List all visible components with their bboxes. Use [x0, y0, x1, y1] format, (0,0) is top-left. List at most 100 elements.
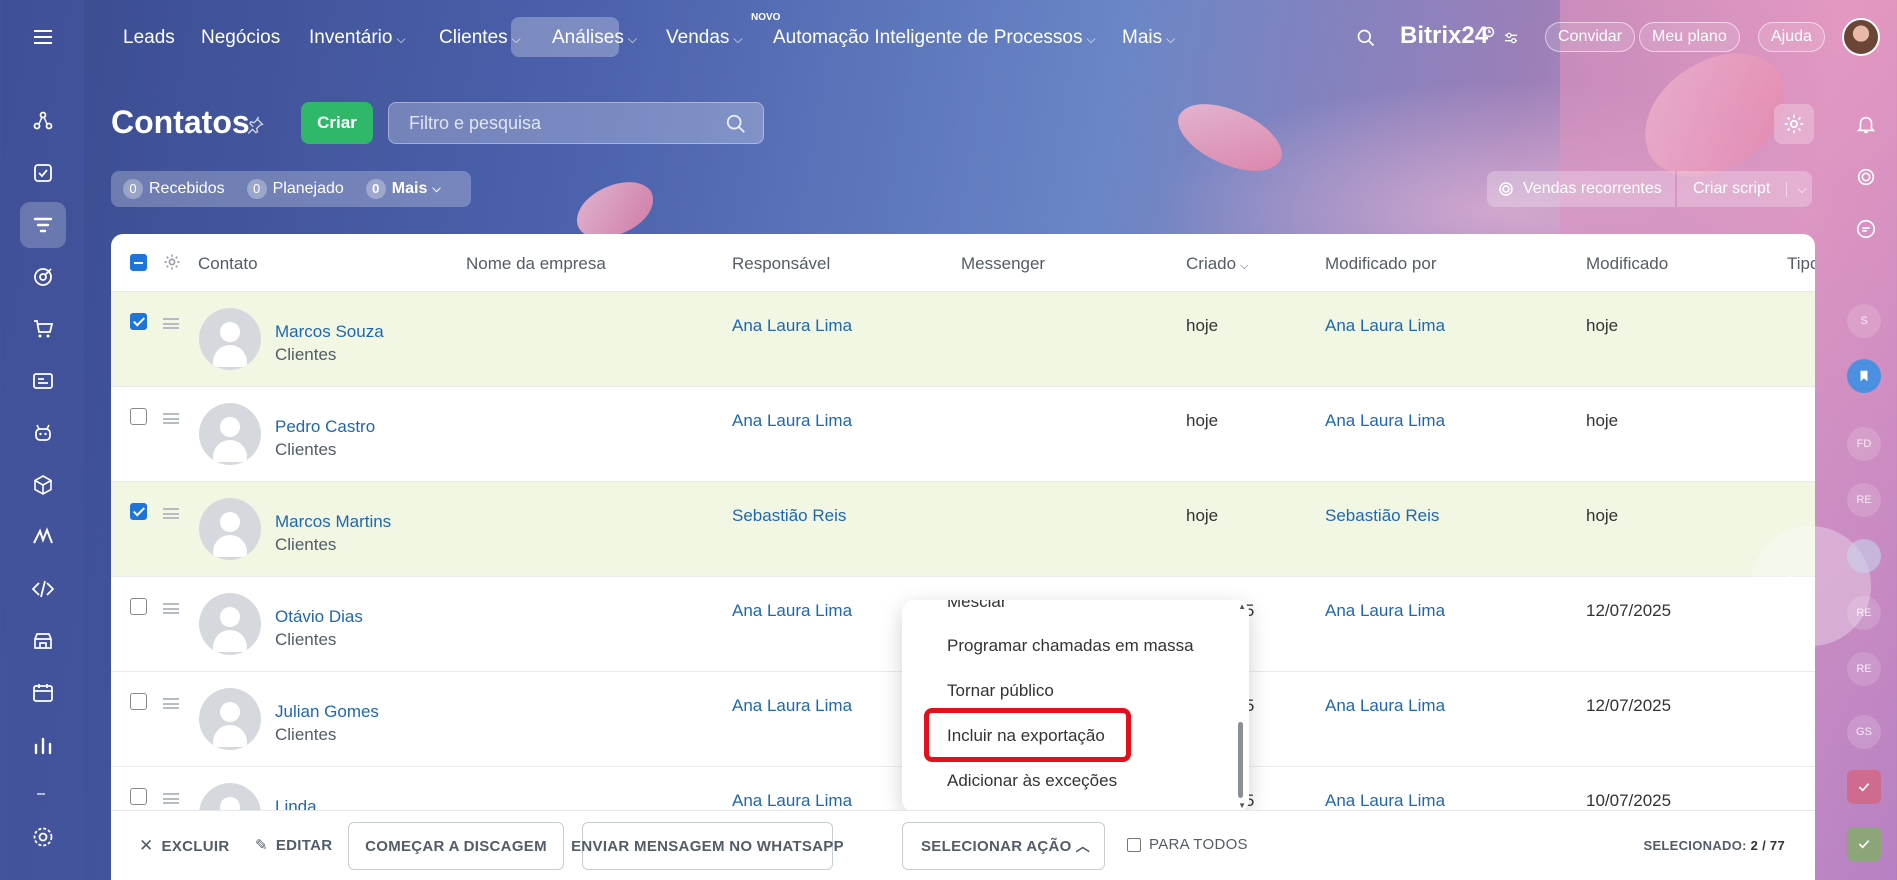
- nav-sales[interactable]: Vendas ⌵: [666, 27, 743, 49]
- crm-funnel-icon[interactable]: [20, 202, 66, 248]
- contact-name-link[interactable]: Otávio Dias: [275, 607, 363, 627]
- cat-avatar[interactable]: [1847, 539, 1881, 573]
- drag-handle-icon[interactable]: [163, 318, 179, 329]
- col-company[interactable]: Nome da empresa: [466, 254, 606, 274]
- edit-action[interactable]: ✎ EDITAR: [255, 836, 332, 854]
- contact-name-link[interactable]: Julian Gomes: [275, 702, 379, 722]
- delete-action[interactable]: ✕ EXCLUIR: [139, 836, 229, 856]
- contact-avatar[interactable]: S: [1847, 304, 1881, 338]
- nav-deals[interactable]: Negócios: [201, 27, 280, 49]
- drag-handle-icon[interactable]: [163, 603, 179, 614]
- counter-planned[interactable]: 0 Planejado: [246, 179, 344, 199]
- table-row[interactable]: Pedro Castro Clientes Ana Laura Lima hoje An…: [111, 387, 1815, 482]
- menu-icon[interactable]: [20, 14, 66, 60]
- filter-search[interactable]: [388, 102, 764, 144]
- for-all-checkbox[interactable]: [1127, 838, 1141, 852]
- table-row[interactable]: Marcos Souza Clientes Ana Laura Lima hoje An…: [111, 292, 1815, 387]
- nav-automation[interactable]: Automação Inteligente de Processos ⌵: [773, 27, 1096, 49]
- row-checkbox[interactable]: [130, 313, 147, 330]
- sign-icon[interactable]: [20, 514, 66, 560]
- bookmark-icon[interactable]: [1847, 359, 1881, 393]
- search-icon[interactable]: [1356, 28, 1376, 48]
- sliders-icon[interactable]: [1502, 30, 1520, 46]
- chevron-down-icon[interactable]: ⌵: [1786, 181, 1806, 197]
- calendar-icon[interactable]: [20, 670, 66, 716]
- col-messenger[interactable]: Messenger: [961, 254, 1045, 274]
- contact-avatar[interactable]: RE: [1847, 596, 1881, 630]
- scroll-up-icon[interactable]: ▲: [1238, 602, 1246, 611]
- pin-icon[interactable]: [245, 116, 265, 136]
- contact-name-link[interactable]: Marcos Souza: [275, 322, 384, 342]
- responsible-link[interactable]: Ana Laura Lima: [732, 316, 852, 336]
- nav-more[interactable]: Mais ⌵: [1122, 27, 1175, 49]
- row-checkbox[interactable]: [130, 693, 147, 710]
- counter-received[interactable]: 0 Recebidos: [123, 179, 225, 199]
- contact-avatar[interactable]: GS: [1847, 715, 1881, 749]
- col-type[interactable]: Tipo: [1787, 254, 1815, 274]
- target-icon[interactable]: [20, 254, 66, 300]
- modified-by-link[interactable]: Ana Laura Lima: [1325, 696, 1445, 716]
- start-dialing-button[interactable]: COMEÇAR A DISCAGEM: [348, 822, 564, 870]
- gear-icon[interactable]: [163, 253, 181, 271]
- row-checkbox[interactable]: [130, 408, 147, 425]
- responsible-link[interactable]: Ana Laura Lima: [732, 411, 852, 431]
- action-make-public[interactable]: Tornar público: [947, 681, 1054, 701]
- nav-leads[interactable]: Leads: [123, 27, 175, 49]
- modified-by-link[interactable]: Ana Laura Lima: [1325, 411, 1445, 431]
- nodes-icon[interactable]: [20, 98, 66, 144]
- modified-by-link[interactable]: Ana Laura Lima: [1325, 316, 1445, 336]
- action-add-exceptions[interactable]: Adicionar às exceções: [947, 771, 1117, 791]
- responsible-link[interactable]: Ana Laura Lima: [732, 791, 852, 810]
- analytics-icon[interactable]: [20, 722, 66, 768]
- col-created[interactable]: Criado ⌵: [1186, 254, 1248, 274]
- nav-inventory[interactable]: Inventário ⌵: [309, 27, 406, 49]
- drag-handle-icon[interactable]: [163, 413, 179, 424]
- robot-icon[interactable]: [20, 410, 66, 456]
- contact-name-link[interactable]: Pedro Castro: [275, 417, 375, 437]
- tasks-icon[interactable]: [20, 150, 66, 196]
- recurring-sales-button[interactable]: Vendas recorrentes: [1487, 171, 1675, 207]
- nav-clients[interactable]: Clientes ⌵: [439, 27, 521, 49]
- contact-name-link[interactable]: Linda: [275, 797, 317, 810]
- search-input[interactable]: [389, 103, 689, 143]
- chat-icon[interactable]: [1855, 218, 1877, 240]
- counter-more[interactable]: 0 Mais ⌵: [365, 179, 441, 199]
- tasks-icon[interactable]: [1847, 770, 1881, 804]
- settings-icon[interactable]: [20, 814, 66, 860]
- send-whatsapp-button[interactable]: ENVIAR MENSAGEM NO WHATSAPP: [571, 822, 844, 870]
- code-icon[interactable]: [20, 566, 66, 612]
- row-checkbox[interactable]: [130, 598, 147, 615]
- col-contact[interactable]: Contato: [198, 254, 258, 274]
- responsible-link[interactable]: Ana Laura Lima: [732, 696, 852, 716]
- my-plan-button[interactable]: Meu plano: [1639, 22, 1740, 52]
- contact-name-link[interactable]: Marcos Martins: [275, 512, 391, 532]
- create-button[interactable]: Criar: [301, 102, 373, 144]
- scroll-down-icon[interactable]: ▼: [1238, 801, 1246, 810]
- nav-analytics[interactable]: Análises ⌵: [552, 27, 637, 49]
- search-icon[interactable]: [725, 113, 747, 135]
- drag-handle-icon[interactable]: [163, 793, 179, 804]
- col-responsible[interactable]: Responsável: [732, 254, 830, 274]
- store-icon[interactable]: [20, 618, 66, 664]
- list-settings-button[interactable]: [1774, 104, 1814, 144]
- box-icon[interactable]: [20, 462, 66, 508]
- responsible-link[interactable]: Sebastião Reis: [732, 506, 846, 526]
- drag-handle-icon[interactable]: [163, 698, 179, 709]
- invite-button[interactable]: Convidar: [1545, 22, 1636, 52]
- copilot-icon[interactable]: [1855, 166, 1877, 188]
- action-schedule-calls[interactable]: Programar chamadas em massa: [947, 636, 1194, 656]
- cart-icon[interactable]: [20, 306, 66, 352]
- contact-avatar[interactable]: FD: [1847, 427, 1881, 461]
- row-checkbox[interactable]: [130, 788, 147, 805]
- help-button[interactable]: Ajuda: [1758, 22, 1825, 52]
- select-action-dropdown[interactable]: SELECIONAR AÇÃO ︿: [902, 822, 1105, 870]
- responsible-link[interactable]: Ana Laura Lima: [732, 601, 852, 621]
- create-script-button[interactable]: Criar script ⌵: [1677, 171, 1812, 207]
- col-modified[interactable]: Modificado: [1586, 254, 1668, 274]
- table-row[interactable]: Marcos Martins Clientes Sebastião Reis hoje…: [111, 482, 1815, 577]
- col-modified-by[interactable]: Modificado por: [1325, 254, 1437, 274]
- modified-by-link[interactable]: Sebastião Reis: [1325, 506, 1439, 526]
- action-merge[interactable]: Mesclar: [947, 600, 1007, 612]
- bell-icon[interactable]: [1855, 113, 1877, 135]
- drag-handle-icon[interactable]: [163, 508, 179, 519]
